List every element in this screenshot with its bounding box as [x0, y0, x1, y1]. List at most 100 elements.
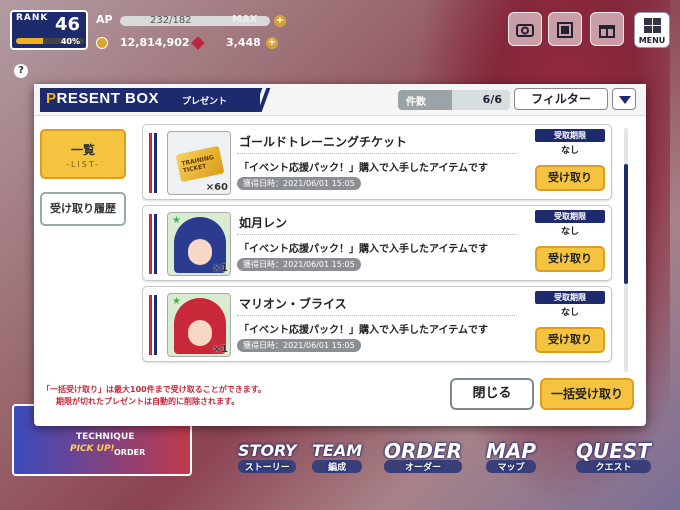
nav-story[interactable]: STORY ストーリー [238, 441, 297, 473]
rank-label: RANK [16, 13, 49, 23]
expiry-label: 受取期限 [535, 210, 605, 223]
present-item: ★ ×1 マリオン・ブライス 「イベント応援パック！」購入で入手したアイテムです… [142, 286, 612, 362]
item-thumbnail: ★ ×1 [167, 212, 231, 276]
tab-list-label: 一覧 [70, 143, 95, 157]
camera-icon [516, 24, 534, 37]
gem-value: 3,448 [226, 36, 261, 49]
gallery-icon [557, 22, 573, 38]
item-name: 如月レン [239, 216, 288, 230]
filter-button[interactable]: フィルター [514, 88, 608, 110]
close-button[interactable]: 閉じる [450, 378, 534, 410]
ticket-text: TRAINING TICKET [180, 154, 215, 175]
nav-map-label: MAP [486, 439, 537, 463]
expiry-value: なし [560, 146, 579, 156]
bottom-nav: STORY ストーリー TEAM 編成 ORDER オーダー MAP マップ Q… [0, 430, 680, 510]
gem-counter: 3,448 + [191, 36, 282, 50]
grid-icon [644, 18, 662, 34]
item-date: 獲得日時：2021/06/01 15:05 [237, 339, 361, 352]
item-stripe [149, 214, 152, 274]
top-hud: RANK 46 40% AP 232/182 MAX + 12,814,902 … [0, 0, 680, 78]
nav-quest-label: QUEST [576, 439, 651, 463]
item-stripe [149, 295, 152, 355]
nav-story-label: STORY [238, 441, 297, 460]
item-thumbnail: TRAINING TICKET ×60 [167, 131, 231, 195]
rank-progress-fill [16, 38, 44, 44]
header-stripes [240, 88, 271, 112]
item-stripe [154, 214, 157, 274]
tab-history[interactable]: 受け取り履歴 [40, 192, 126, 226]
nav-team-sub: 編成 [312, 460, 363, 473]
notice-text: 「一括受け取り」は最大100件まで受け取ることができます。 期限が切れたプレゼン… [42, 384, 266, 408]
present-item: ★ ×1 如月レン 「イベント応援パック！」購入で入手したアイテムです 獲得日時… [142, 205, 612, 281]
gem-add-icon[interactable]: + [266, 37, 278, 49]
item-thumbnail: ★ ×1 [167, 293, 231, 357]
camera-button[interactable] [508, 12, 542, 46]
nav-team[interactable]: TEAM 編成 [312, 441, 363, 473]
item-quantity: ×60 [205, 182, 228, 193]
item-stripe [154, 133, 157, 193]
ap-max-label: MAX [232, 14, 258, 25]
item-quantity: ×1 [212, 344, 228, 355]
item-name: マリオン・ブライス [239, 297, 347, 311]
nav-team-label: TEAM [312, 441, 363, 460]
scrollbar-thumb[interactable] [624, 164, 628, 284]
receive-all-button[interactable]: 一括受け取り [540, 378, 634, 410]
tab-list[interactable]: 一覧 -LIST- [40, 129, 126, 179]
item-count-label: 件数 [406, 97, 426, 108]
nav-map[interactable]: MAP マップ [486, 439, 537, 473]
menu-label: MENU [638, 36, 666, 45]
receive-button[interactable]: 受け取り [535, 165, 605, 191]
coin-value: 12,814,902 [120, 36, 190, 49]
divider [237, 153, 517, 154]
expiry-value: なし [560, 227, 579, 237]
menu-button[interactable]: MENU [634, 12, 670, 48]
gold-ticket-icon: TRAINING TICKET [175, 145, 225, 183]
item-name: ゴールドトレーニングチケット [239, 135, 408, 149]
gallery-button[interactable] [548, 12, 582, 46]
receive-button[interactable]: 受け取り [535, 327, 605, 353]
dialog-title-initial: P [46, 90, 57, 107]
tab-list-sub: -LIST- [66, 160, 100, 169]
gem-icon [191, 36, 205, 50]
expiry-label: 受取期限 [535, 291, 605, 304]
gift-icon [599, 25, 615, 38]
item-description: 「イベント応援パック！」購入で入手したアイテムです [239, 325, 488, 336]
portrait-face [188, 239, 212, 265]
item-quantity: ×1 [212, 263, 228, 274]
present-box-button[interactable] [590, 12, 624, 46]
nav-story-sub: ストーリー [238, 460, 297, 473]
notice-line-2: 期限が切れたプレゼントは自動的に削除されます。 [56, 397, 240, 406]
ap-label: AP [96, 13, 113, 26]
nav-order[interactable]: ORDER オーダー [384, 441, 463, 473]
help-icon[interactable]: ? [14, 64, 28, 78]
present-box-dialog: PRESENT BOX プレゼント 件数 6/6 フィルター 一覧 -LIST-… [34, 84, 646, 426]
item-count: 件数 6/6 [398, 90, 510, 110]
item-date: 獲得日時：2021/06/01 15:05 [237, 258, 361, 271]
present-list[interactable]: TRAINING TICKET ×60 ゴールドトレーニングチケット 「イベント… [142, 124, 618, 372]
notice-line-1: 「一括受け取り」は最大100件まで受け取ることができます。 [42, 385, 266, 394]
divider [237, 234, 517, 235]
nav-quest[interactable]: QUEST クエスト [576, 439, 651, 473]
coin-icon [96, 37, 108, 49]
ap-value: 232/182 [150, 15, 192, 26]
ap-add-icon[interactable]: + [274, 15, 286, 27]
rank-progress-text: 40% [60, 37, 80, 46]
item-date: 獲得日時：2021/06/01 15:05 [237, 177, 361, 190]
expiry-value: なし [560, 308, 579, 318]
rank-panel: RANK 46 40% [10, 10, 88, 50]
rank-value: 46 [54, 14, 80, 35]
ap-meter: AP 232/182 MAX + [92, 12, 288, 30]
sort-toggle-button[interactable] [612, 88, 636, 110]
item-description: 「イベント応援パック！」購入で入手したアイテムです [239, 244, 488, 255]
item-description: 「イベント応援パック！」購入で入手したアイテムです [239, 163, 488, 174]
receive-button[interactable]: 受け取り [535, 246, 605, 272]
item-stripe [154, 295, 157, 355]
dialog-title-rest: RESENT BOX [56, 90, 160, 107]
expiry-label: 受取期限 [535, 129, 605, 142]
chevron-down-icon [619, 96, 631, 104]
dialog-header: PRESENT BOX プレゼント 件数 6/6 フィルター [34, 84, 646, 116]
item-stripe [149, 133, 152, 193]
portrait-face [188, 320, 212, 346]
dialog-subtitle: プレゼント [182, 97, 228, 107]
star-icon: ★ [172, 296, 181, 307]
